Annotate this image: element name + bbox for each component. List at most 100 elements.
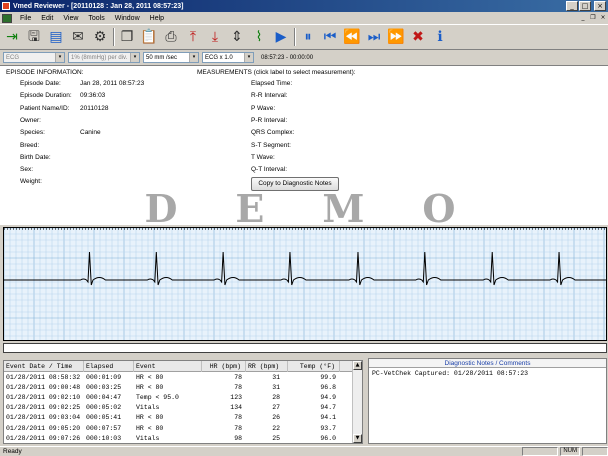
col-header-event[interactable]: Event xyxy=(134,361,202,372)
time-readout: 08:57:23 - 00:00:00 xyxy=(261,54,314,61)
play-icon[interactable]: ▶ xyxy=(272,28,290,46)
cell-datetime: 01/28/2011 09:05:20 xyxy=(6,424,81,432)
episode-field-label: Weight: xyxy=(20,178,42,186)
menu-file[interactable]: File xyxy=(15,15,36,22)
table-row[interactable]: 01/28/2011 09:07:26 000:10:03 Vitals 98 25 96… xyxy=(4,433,362,443)
notes-textarea[interactable]: PC-VetChek Captured: 01/28/2011 08:57:23 xyxy=(369,368,606,379)
scroll-up-icon[interactable]: ▲ xyxy=(353,361,362,370)
compress-icon[interactable]: ⇕ xyxy=(228,28,246,46)
col-header-elapsed[interactable]: Elapsed xyxy=(84,361,134,372)
ecg-scrollbar[interactable] xyxy=(3,343,607,353)
cell-hr: 78 xyxy=(234,414,242,422)
episode-heading: EPISODE INFORMATION: xyxy=(6,69,84,76)
mdi-restore-button[interactable]: ❐ xyxy=(588,14,598,23)
first-icon[interactable]: ⏮ xyxy=(321,28,339,46)
measurement-label[interactable]: Elapsed Time: xyxy=(251,80,292,87)
cell-temp: 99.9 xyxy=(320,373,336,381)
table-row[interactable]: 01/28/2011 09:02:25 000:05:02 Vitals 134 27 9… xyxy=(4,403,362,413)
measurement-label[interactable]: Q-T Interval: xyxy=(251,166,287,173)
table-row[interactable]: 01/28/2011 09:03:04 000:05:41 HR < 80 78 26 9… xyxy=(4,413,362,423)
episode-field-value: 20110128 xyxy=(80,104,109,112)
episode-info-panel: EPISODE INFORMATION: Episode Date: Jan 28… xyxy=(0,65,608,225)
rewind-icon[interactable]: ⏪ xyxy=(343,28,361,46)
settings-icon[interactable]: ⚙ xyxy=(91,28,109,46)
episode-field-label: Episode Date: xyxy=(20,80,61,87)
cell-rr: 25 xyxy=(272,434,280,442)
title-bar: Vmed Reviewer - [20110128 : Jan 28, 2011… xyxy=(0,0,608,12)
chevron-down-icon: ▾ xyxy=(244,53,253,62)
measurement-label[interactable]: S-T Segment: xyxy=(251,142,291,149)
mdi-minimize-button[interactable]: _ xyxy=(578,14,588,23)
measurement-label[interactable]: QRS Complex: xyxy=(251,129,294,136)
fast-forward-icon[interactable]: ⏩ xyxy=(387,28,405,46)
folder-icon[interactable]: ✉ xyxy=(69,28,87,46)
save-all-icon[interactable]: ▤ xyxy=(47,28,65,46)
measurement-label[interactable]: P Wave: xyxy=(251,105,275,112)
minimize-button[interactable]: _ xyxy=(566,1,578,11)
document-icon[interactable] xyxy=(2,13,12,23)
menu-view[interactable]: View xyxy=(58,15,83,22)
help-icon[interactable]: ℹ xyxy=(431,28,449,46)
toolbar-separator xyxy=(113,28,115,46)
delete-event-icon[interactable]: ✖ xyxy=(409,28,427,46)
episode-field-label: Episode Duration: xyxy=(20,92,72,100)
table-row[interactable]: 01/28/2011 09:00:48 000:03:25 HR < 80 78 31 9… xyxy=(4,382,362,392)
cell-temp: 93.7 xyxy=(320,424,336,432)
cell-hr: 78 xyxy=(234,424,242,432)
speed-select[interactable]: 50 mm /sec ▾ xyxy=(143,52,199,63)
table-row[interactable]: 01/28/2011 08:58:32 000:01:09 HR < 80 78 31 9… xyxy=(4,372,362,382)
col-header-temp[interactable]: Temp (°F) xyxy=(288,361,340,372)
events-table-header: Event Date / Time Elapsed Event HR (bpm)… xyxy=(4,361,362,372)
lead-select[interactable]: ECG ▾ xyxy=(3,52,65,63)
col-header-hr[interactable]: HR (bpm) xyxy=(202,361,246,372)
col-header-rr[interactable]: RR (bpm) xyxy=(246,361,288,372)
paste-icon[interactable]: 📋 xyxy=(140,28,158,46)
menu-help[interactable]: Help xyxy=(145,15,169,22)
cell-hr: 123 xyxy=(230,393,242,401)
speed-select-value: 50 mm /sec xyxy=(146,54,178,61)
cell-rr: 27 xyxy=(272,404,280,412)
col-header-datetime[interactable]: Event Date / Time xyxy=(4,361,84,372)
diagnostic-notes-panel: Diagnostic Notes / Comments PC-VetChek C… xyxy=(368,358,607,444)
scale-select-value: 1% (8mmHg) per div. xyxy=(71,54,128,61)
parameters-bar: ECG ▾ 1% (8mmHg) per div. ▾ 50 mm /sec ▾… xyxy=(0,51,608,64)
events-scrollbar[interactable]: ▲ ▼ xyxy=(352,361,362,443)
cell-rr: 31 xyxy=(272,373,280,381)
table-row[interactable]: 01/28/2011 09:02:10 000:04:47 Temp < 95.0 1… xyxy=(4,392,362,402)
pause-icon[interactable]: ⏸ xyxy=(299,28,317,46)
measurement-label[interactable]: P-R Interval: xyxy=(251,117,287,124)
cell-elapsed: 000:01:09 xyxy=(86,373,122,381)
print-icon[interactable]: ⎙ xyxy=(162,28,180,46)
measurement-label[interactable]: R-R Interval: xyxy=(251,92,287,99)
cell-temp: 96.8 xyxy=(320,383,336,391)
open-icon[interactable]: ⇥ xyxy=(3,28,21,46)
next-event-icon[interactable]: ⏭ xyxy=(365,28,383,46)
status-pane-empty xyxy=(582,447,608,456)
cell-rr: 22 xyxy=(272,424,280,432)
table-row[interactable]: 01/28/2011 09:05:20 000:07:57 HR < 80 78 22 9… xyxy=(4,423,362,433)
menu-edit[interactable]: Edit xyxy=(36,15,58,22)
download-red-icon[interactable]: ⤓ xyxy=(206,28,224,46)
menu-tools[interactable]: Tools xyxy=(83,15,109,22)
close-button[interactable]: × xyxy=(594,1,606,11)
measurement-label[interactable]: T Wave: xyxy=(251,154,275,161)
cell-datetime: 01/28/2011 09:02:25 xyxy=(6,404,81,412)
gain-select[interactable]: ECG x 1.0 ▾ xyxy=(202,52,254,63)
episode-field-value: Jan 28, 2011 08:57:23 xyxy=(80,80,145,87)
cell-rr: 31 xyxy=(272,383,280,391)
mdi-close-button[interactable]: × xyxy=(598,14,608,23)
ecg-strip[interactable] xyxy=(3,227,607,341)
episode-field-label: Sex: xyxy=(20,166,34,174)
scale-select[interactable]: 1% (8mmHg) per div. ▾ xyxy=(68,52,140,63)
save-icon[interactable]: 🖫 xyxy=(25,28,43,46)
status-bar: Ready NUM xyxy=(0,446,608,456)
episode-field-label: Patient Name/ID: xyxy=(20,104,70,112)
menu-window[interactable]: Window xyxy=(110,15,145,22)
cell-hr: 78 xyxy=(234,383,242,391)
copy-icon[interactable]: ❐ xyxy=(118,28,136,46)
gain-select-value: ECG x 1.0 xyxy=(205,54,233,61)
scroll-down-icon[interactable]: ▼ xyxy=(353,434,362,443)
measure-icon[interactable]: ⌇ xyxy=(250,28,268,46)
upload-red-icon[interactable]: ⤒ xyxy=(184,28,202,46)
maximize-button[interactable]: □ xyxy=(579,1,591,11)
